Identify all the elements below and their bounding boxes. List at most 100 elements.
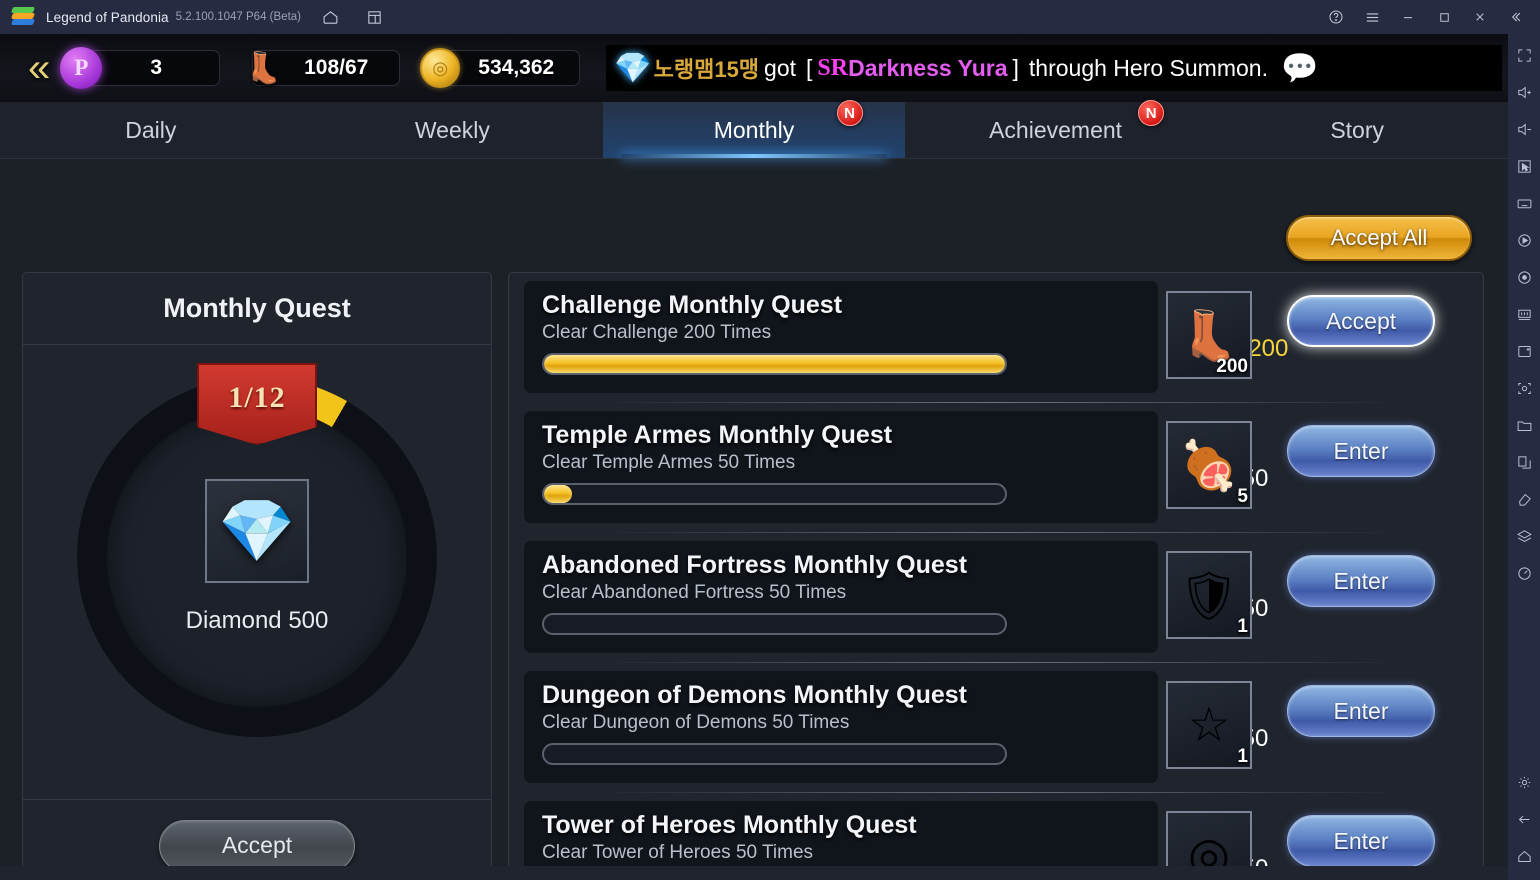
collapse-icon[interactable] — [1498, 1, 1534, 33]
app-version: 5.2.100.1047 P64 (Beta) — [175, 11, 301, 23]
quest-reward-slot[interactable]: 🍖 5 — [1166, 421, 1252, 509]
record-macro-icon[interactable] — [1511, 227, 1537, 253]
chat-bubble-icon[interactable]: 💬 — [1281, 51, 1318, 86]
reward-slot[interactable]: 💎 — [205, 479, 309, 583]
quest-action-button[interactable]: Enter — [1287, 425, 1435, 477]
multi-instance-icon[interactable] — [1511, 301, 1537, 327]
game-viewport: « P 3 👢 108/67 ◎ 534,362 💎 노랭맴15맹 got [… — [0, 34, 1508, 880]
close-icon[interactable] — [1462, 1, 1498, 33]
media-folder-icon[interactable] — [1511, 412, 1537, 438]
volume-down-icon[interactable] — [1511, 116, 1537, 142]
announcement-player: 노랭맴15맹 — [653, 57, 760, 82]
app-title: Legend of Pandonia — [46, 9, 169, 25]
resource-pandora[interactable]: P 3 — [60, 47, 221, 89]
quest-reward-slot[interactable]: 👢 200 — [1166, 291, 1252, 379]
resource-bar: « P 3 👢 108/67 ◎ 534,362 💎 노랭맴15맹 got [… — [0, 34, 1508, 102]
performance-icon[interactable] — [1511, 560, 1537, 586]
screen-record-icon[interactable] — [1511, 264, 1537, 290]
quest-reward-qty: 5 — [1237, 486, 1248, 507]
collapse-menu-button[interactable]: « — [28, 48, 50, 88]
help-icon[interactable] — [1318, 1, 1354, 33]
tab-story[interactable]: Story — [1206, 102, 1508, 158]
quest-desc: Clear Abandoned Fortress 50 Times — [542, 582, 847, 603]
tab-achievement-new-badge: N — [1138, 100, 1165, 126]
fullscreen-icon[interactable] — [1511, 42, 1537, 68]
copy-icon[interactable] — [1511, 449, 1537, 475]
quest-row: Challenge Monthly Quest Clear Challenge … — [509, 273, 1483, 403]
stamina-boot-icon: 👢 — [244, 51, 282, 85]
multi-instance-icon[interactable] — [359, 2, 389, 32]
volume-up-icon[interactable] — [1511, 79, 1537, 105]
back-arrow-icon[interactable] — [1511, 806, 1537, 832]
announcement-bracket-open: [ — [806, 54, 813, 81]
quest-reward-slot[interactable]: 🛡 1 — [1166, 551, 1252, 639]
quest-action-button[interactable]: Enter — [1287, 815, 1435, 867]
quest-action-button[interactable]: Enter — [1287, 555, 1435, 607]
resource-gold[interactable]: ◎ 534,362 — [420, 48, 581, 88]
pandora-token-icon: P — [60, 47, 103, 89]
quest-desc: Clear Temple Armes 50 Times — [542, 452, 796, 473]
tab-daily-label: Daily — [125, 116, 177, 143]
bottom-strip — [0, 866, 1508, 880]
quest-reward-slot[interactable]: ☆ 1 — [1166, 681, 1252, 769]
quest-progress-bar — [542, 483, 1007, 505]
announcement-got: got — [764, 54, 797, 81]
emulator-sidebar — [1508, 34, 1540, 880]
star-card-icon: ☆ — [1187, 699, 1231, 752]
tab-monthly-label: Monthly — [713, 116, 795, 143]
tab-monthly-new-badge: N — [836, 100, 863, 126]
window-controls — [1318, 1, 1540, 33]
layers-icon[interactable] — [1511, 523, 1537, 549]
tab-monthly[interactable]: Monthly N — [603, 100, 905, 158]
progress-count-label: 1/12 — [228, 381, 286, 414]
quest-reward-qty: 1 — [1237, 616, 1248, 637]
install-apk-icon[interactable] — [1511, 338, 1537, 364]
announcement-banner[interactable]: 💎 노랭맴15맹 got [ SR Darkness Yura ] throug… — [606, 45, 1502, 91]
quest-name: Challenge Monthly Quest — [542, 291, 843, 319]
quest-action-button[interactable]: Enter — [1287, 685, 1435, 737]
minimize-icon[interactable] — [1390, 1, 1426, 33]
menu-icon[interactable] — [1354, 1, 1390, 33]
quest-action-button[interactable]: Accept — [1287, 295, 1435, 347]
quest-card: Dungeon of Demons Monthly Quest Clear Du… — [524, 671, 1158, 783]
quest-list[interactable]: Challenge Monthly Quest Clear Challenge … — [508, 272, 1484, 880]
tab-achievement-label: Achievement — [989, 116, 1123, 143]
accept-all-button[interactable]: Accept All — [1286, 215, 1472, 261]
announcement-hero: Darkness Yura — [848, 54, 1008, 81]
quest-reward-qty: 200 — [1216, 356, 1248, 377]
panel-title: Monthly Quest — [23, 273, 491, 345]
quest-card: Abandoned Fortress Monthly Quest Clear A… — [524, 541, 1158, 653]
emulator-title-bar: Legend of Pandonia 5.2.100.1047 P64 (Bet… — [0, 0, 1540, 34]
quest-progress-bar — [542, 353, 1007, 375]
stamina-boot-icon: 👢 — [1179, 309, 1239, 363]
quest-name: Dungeon of Demons Monthly Quest — [542, 681, 967, 709]
quest-content: Accept All Monthly Quest 💎 Diamond 500 1… — [0, 159, 1508, 880]
quest-desc: Clear Dungeon of Demons 50 Times — [542, 712, 850, 733]
quest-row: Dungeon of Demons Monthly Quest Clear Du… — [509, 663, 1483, 793]
resource-stamina[interactable]: 👢 108/67 — [245, 50, 401, 86]
tab-achievement[interactable]: Achievement N — [905, 100, 1207, 158]
home-icon[interactable] — [315, 2, 345, 32]
screenshot-icon[interactable] — [1511, 375, 1537, 401]
diamond-icon: 💎 — [614, 51, 652, 85]
tab-weekly[interactable]: Weekly — [302, 102, 604, 158]
quest-name: Tower of Heroes Monthly Quest — [542, 811, 917, 839]
eraser-icon[interactable] — [1511, 486, 1537, 512]
gold-coin-icon: ◎ — [420, 48, 461, 88]
ring-content: 💎 Diamond 500 — [107, 407, 407, 707]
tab-daily[interactable]: Daily — [0, 102, 302, 158]
cursor-icon[interactable] — [1511, 153, 1537, 179]
quest-progress-fill — [544, 485, 572, 503]
home-icon[interactable] — [1511, 843, 1537, 869]
reward-name: Diamond 500 — [185, 607, 329, 634]
quest-tab-bar: Daily Weekly Monthly N Achievement N Sto… — [0, 100, 1508, 159]
quest-name: Abandoned Fortress Monthly Quest — [542, 551, 968, 579]
maximize-icon[interactable] — [1426, 1, 1462, 33]
roast-pig-icon: 🍖 — [1179, 439, 1239, 493]
panel-accept-button[interactable]: Accept — [159, 819, 355, 872]
quest-desc: Clear Tower of Heroes 50 Times — [542, 842, 814, 863]
keyboard-icon[interactable] — [1511, 190, 1537, 216]
announcement-bracket-close: ] — [1012, 54, 1019, 81]
settings-gear-icon[interactable] — [1511, 769, 1537, 795]
quest-row: Abandoned Fortress Monthly Quest Clear A… — [509, 533, 1483, 663]
